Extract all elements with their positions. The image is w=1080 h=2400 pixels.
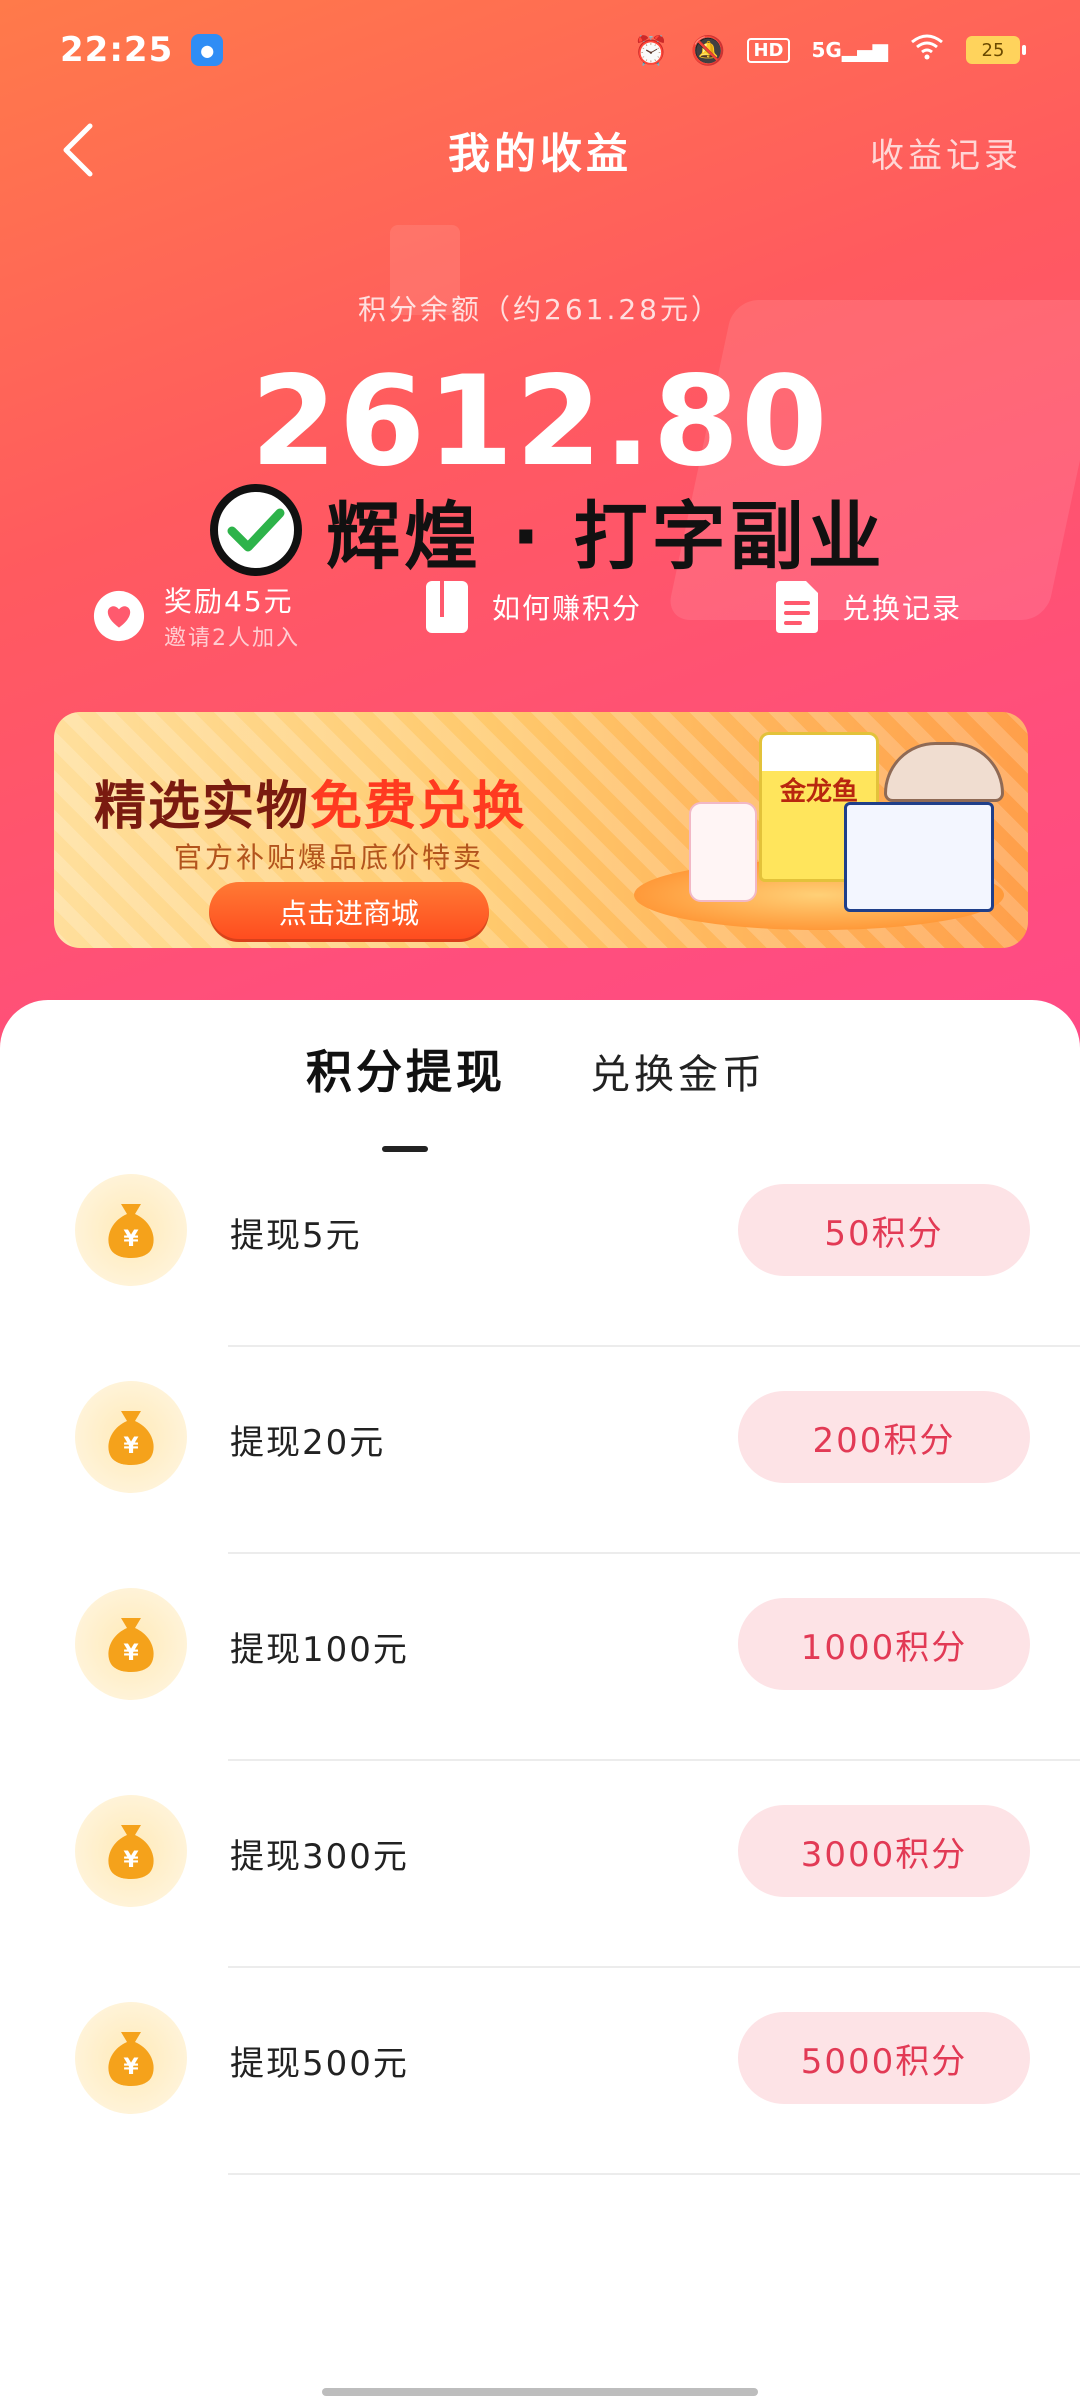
withdraw-row: ¥ 提现300元 3000积分 bbox=[0, 1761, 1080, 1968]
notification-app-icon: ● bbox=[191, 34, 224, 66]
withdraw-label: 提现500元 bbox=[230, 2044, 409, 2084]
banner-title-main: 精选实物 bbox=[94, 777, 311, 837]
money-bag-icon: ¥ bbox=[75, 1381, 187, 1493]
page-title: 我的收益 bbox=[447, 128, 632, 178]
hd-badge: HD bbox=[747, 37, 790, 63]
hero-header: 22:25 ● ⏰ 🔕 HD 5G▂▄▆ 25 我的收益 收益记录 积分余额（约… bbox=[0, 0, 1080, 1060]
banner-products-image: 金龙鱼 bbox=[614, 712, 1028, 948]
svg-text:¥: ¥ bbox=[123, 2055, 139, 2080]
balance-label: 积分余额（约261.28元） bbox=[358, 293, 722, 326]
network-signal-icon: 5G▂▄▆ bbox=[811, 38, 889, 62]
tab-exchange-coins[interactable]: 兑换金币 bbox=[590, 1042, 766, 1100]
status-bar: 22:25 ● ⏰ 🔕 HD 5G▂▄▆ 25 bbox=[0, 0, 1080, 100]
withdraw-row: ¥ 提现500元 5000积分 bbox=[0, 1968, 1080, 2175]
reward-sub: 邀请2人加入 bbox=[164, 626, 300, 651]
withdraw-label: 提现20元 bbox=[230, 1423, 386, 1463]
product-bottle bbox=[689, 802, 757, 902]
watermark-text: 辉煌 · 打字副业 bbox=[326, 493, 886, 580]
money-bag-icon: ¥ bbox=[75, 1795, 187, 1907]
back-button[interactable] bbox=[48, 120, 108, 180]
mute-icon: 🔕 bbox=[690, 33, 726, 67]
earnings-record-link[interactable]: 收益记录 bbox=[870, 128, 1022, 177]
withdraw-label: 提现100元 bbox=[230, 1630, 409, 1670]
balance-value: 2612.80 bbox=[250, 350, 830, 494]
withdraw-card: 积分提现 兑换金币 ¥ 提现5元 50积分 ¥ 提现20元 200积分 ¥ 提现100元 100… bbox=[0, 1000, 1080, 2400]
product-cap bbox=[884, 742, 1004, 802]
withdraw-row: ¥ 提现100元 1000积分 bbox=[0, 1554, 1080, 1761]
heart-icon bbox=[92, 589, 146, 643]
money-bag-icon: ¥ bbox=[75, 1588, 187, 1700]
money-bag-icon: ¥ bbox=[75, 1174, 187, 1286]
mall-banner[interactable]: 精选实物免费兑换 官方补贴爆品底价特卖 点击进商城 金龙鱼 bbox=[54, 712, 1028, 948]
status-icons: ⏰ 🔕 HD 5G▂▄▆ 25 bbox=[633, 33, 1026, 67]
svg-text:¥: ¥ bbox=[123, 1434, 139, 1459]
network-type: 5G bbox=[811, 38, 842, 62]
banner-title-highlight: 免费兑换 bbox=[310, 777, 527, 837]
withdraw-points-button[interactable]: 5000积分 bbox=[738, 2012, 1030, 2104]
tab-points-withdraw[interactable]: 积分提现 bbox=[306, 1036, 506, 1102]
withdraw-label: 提现5元 bbox=[230, 1216, 362, 1256]
enter-mall-button[interactable]: 点击进商城 bbox=[209, 882, 489, 942]
tab-bar: 积分提现 兑换金币 bbox=[0, 1036, 1080, 1152]
home-indicator[interactable] bbox=[322, 2388, 758, 2396]
alarm-icon: ⏰ bbox=[633, 33, 669, 67]
battery-icon: 25 bbox=[966, 36, 1026, 64]
withdraw-points-button[interactable]: 50积分 bbox=[738, 1184, 1030, 1276]
withdraw-points-button[interactable]: 3000积分 bbox=[738, 1805, 1030, 1897]
banner-title: 精选实物免费兑换 bbox=[94, 764, 526, 839]
banner-subtitle: 官方补贴爆品底价特卖 bbox=[174, 841, 485, 874]
withdraw-row: ¥ 提现20元 200积分 bbox=[0, 1347, 1080, 1554]
withdraw-list: ¥ 提现5元 50积分 ¥ 提现20元 200积分 ¥ 提现100元 1000积分 ¥ 提现300元… bbox=[0, 1140, 1080, 2175]
svg-text:¥: ¥ bbox=[123, 1227, 139, 1252]
how-to-earn-shortcut[interactable]: 如何赚积分 bbox=[420, 580, 642, 634]
money-bag-icon: ¥ bbox=[75, 2002, 187, 2114]
reward-shortcut[interactable]: 奖励45元 邀请2人加入 bbox=[92, 580, 300, 652]
exchange-record-shortcut[interactable]: 兑换记录 bbox=[770, 580, 962, 634]
product-milk-box bbox=[844, 802, 994, 912]
document-icon bbox=[770, 580, 824, 634]
row-divider bbox=[228, 2173, 1080, 2175]
nav-bar: 我的收益 收益记录 bbox=[0, 110, 1080, 190]
withdraw-label: 提现300元 bbox=[230, 1837, 409, 1877]
reward-label: 奖励45元 bbox=[164, 585, 294, 618]
wifi-icon bbox=[910, 34, 944, 67]
shortcut-row: 奖励45元 邀请2人加入 如何赚积分 兑换记录 bbox=[0, 580, 1080, 660]
book-icon bbox=[420, 580, 474, 634]
svg-text:¥: ¥ bbox=[123, 1641, 139, 1666]
status-time: 22:25 bbox=[60, 30, 174, 70]
withdraw-row: ¥ 提现5元 50积分 bbox=[0, 1140, 1080, 1347]
withdraw-points-button[interactable]: 1000积分 bbox=[738, 1598, 1030, 1690]
exchange-record-label: 兑换记录 bbox=[842, 592, 963, 625]
chevron-left-icon bbox=[63, 123, 93, 177]
how-to-earn-label: 如何赚积分 bbox=[492, 592, 643, 625]
withdraw-points-button[interactable]: 200积分 bbox=[738, 1391, 1030, 1483]
check-circle-icon bbox=[210, 484, 302, 576]
svg-text:¥: ¥ bbox=[123, 1848, 139, 1873]
watermark: 辉煌 · 打字副业 bbox=[210, 480, 886, 580]
